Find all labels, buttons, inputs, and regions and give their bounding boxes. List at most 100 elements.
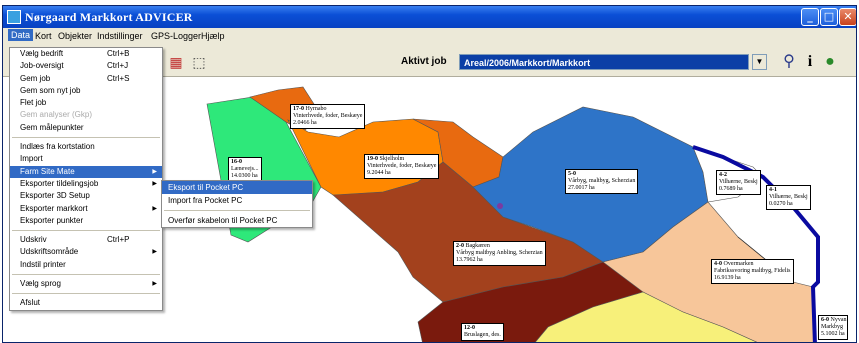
menu-item-flet-job[interactable]: Flet job [10, 97, 162, 109]
menu-item-label: Udskriv [20, 235, 47, 245]
fullscreen-icon[interactable]: ⬚ [189, 52, 209, 72]
field-label-17[interactable]: 17-0 Hyrnabo Vinterhvede, foder, Beskæye… [290, 104, 366, 129]
menu-item-gem-maalepunkter[interactable]: Gem målepunkter [10, 122, 162, 134]
menu-item-label: Eksporter markkort [20, 203, 88, 213]
field-id: 19-0 [367, 156, 378, 162]
menu-item-shortcut: Ctrl+P [107, 235, 130, 245]
menu-gps-logger[interactable]: GPS-Logger [151, 31, 201, 41]
field-area: 16.9139 ha [714, 275, 741, 281]
menu-item-eksporter-markkort[interactable]: Eksporter markkort ▶ [10, 203, 162, 215]
submenu-arrow-icon: ▶ [152, 168, 157, 175]
submenu-item-eksport-pocket-pc[interactable]: Eksport til Pocket PC [162, 181, 312, 194]
field-area: 2.0466 ha [293, 120, 317, 126]
field-crop: Vilhærne, Beskj [769, 194, 808, 200]
menu-item-label: Import [20, 154, 43, 164]
field-label-4-1[interactable]: 4-1 Vilhærne, Beskj 0.0270 ha [766, 185, 811, 210]
menu-item-eksporter-3d-setup[interactable]: Eksporter 3D Setup [10, 190, 162, 202]
search-icon[interactable]: ⚲ [779, 52, 799, 72]
field-area: 13.7962 ha [456, 257, 483, 263]
menu-item-vaelg-bedrift[interactable]: Vælg bedrift Ctrl+B [10, 48, 162, 60]
menu-item-label: Farm Site Mate [20, 166, 75, 176]
farm-site-mate-submenu: Eksport til Pocket PC Import fra Pocket … [161, 180, 313, 228]
submenu-arrow-icon: ▶ [152, 281, 157, 288]
menu-item-label: Gem som nyt job [20, 85, 81, 95]
menu-separator [164, 210, 310, 211]
info-icon[interactable]: i [800, 52, 820, 72]
close-button[interactable]: ✕ [839, 8, 856, 26]
field-id: 2-0 [456, 243, 464, 249]
field-label-2[interactable]: 2-0 Bagkæren Vårbyg maltbyg Anbling, Sch… [453, 241, 546, 266]
field-id: 17-0 [293, 106, 304, 112]
menu-item-farm-site-mate[interactable]: Farm Site Mate ▶ [10, 165, 162, 178]
menu-item-eksporter-tildelingsjob[interactable]: Eksporter tildelingsjob ▶ [10, 178, 162, 190]
menu-data[interactable]: Data [8, 29, 34, 41]
menu-item-gem-analyser: Gem analyser (Gkp) [10, 109, 162, 121]
submenu-arrow-icon: ▶ [152, 249, 157, 256]
menu-item-label: Job-oversigt [20, 61, 64, 71]
field-label-4-2[interactable]: 4-2 Vilhærne, Beskj 0.7689 ha [716, 170, 761, 195]
field-id: 5-0 [568, 171, 576, 177]
menu-item-label: Eksporter tildelingsjob [20, 178, 99, 188]
field-id: 12-0 [464, 325, 475, 331]
field-area: 0.7689 ha [719, 186, 743, 192]
menu-item-eksporter-punkter[interactable]: Eksporter punkter [10, 215, 162, 227]
menu-item-label: Vælg bedrift [20, 49, 64, 58]
field-label-19[interactable]: 19-0 Skjelholm Vinterhvede, foder, Beskæ… [364, 154, 440, 179]
menu-item-vaelg-sprog[interactable]: Vælg sprog ▶ [10, 278, 162, 290]
field-id: 4-2 [719, 172, 727, 178]
menu-item-label: Vælg sprog [20, 279, 61, 289]
menu-item-label: Indstil printer [20, 259, 66, 269]
field-name: Lænevejs... [231, 166, 259, 172]
menu-item-indstil-printer[interactable]: Indstil printer [10, 259, 162, 271]
field-id: 4-1 [769, 187, 777, 193]
menu-objekter[interactable]: Objekter [58, 31, 92, 41]
field-name: Skjelholm [379, 156, 405, 162]
field-name: Bagkæren [465, 243, 490, 249]
globe-icon[interactable]: ● [820, 52, 840, 72]
field-area: 5.1002 ha [821, 331, 845, 337]
menu-item-label: Gem analyser (Gkp) [20, 110, 93, 120]
field-label-16[interactable]: 16-0 Lænevejs... 14.0300 ha [228, 157, 262, 182]
menu-item-shortcut: Ctrl+J [107, 61, 129, 71]
data-menu-dropdown: Vælg bedrift Ctrl+B Job-oversigt Ctrl+J Ge… [9, 47, 163, 311]
title-bar[interactable]: Nørgaard Markkort ADVICER _ □ ✕ [3, 6, 856, 28]
submenu-item-overfoer-skabelon[interactable]: Overfør skabelon til Pocket PC [162, 214, 312, 227]
menu-item-gem-job[interactable]: Gem job Ctrl+S [10, 73, 162, 85]
field-label-6[interactable]: 6-0 Nyvan Markbyg 5.1002 ha [818, 315, 848, 340]
field-area: 9.2044 ha [367, 170, 391, 176]
menu-item-job-oversigt[interactable]: Job-oversigt Ctrl+J [10, 60, 162, 72]
menu-hjaelp[interactable]: Hjælp [201, 31, 225, 41]
field-name: Hyrnabo [305, 106, 327, 112]
menu-item-import[interactable]: Import [10, 153, 162, 165]
field-id: 6-0 [821, 317, 829, 323]
field-label-5[interactable]: 5-0 Vårbyg, maltbyg, Scherzian 27.0017 h… [565, 169, 639, 194]
minimize-button[interactable]: _ [801, 8, 819, 26]
gps-marker[interactable] [497, 203, 503, 209]
menu-item-label: Indlæs fra kortstation [20, 142, 95, 152]
submenu-item-import-pocket-pc[interactable]: Import fra Pocket PC [162, 194, 312, 207]
menu-separator [12, 137, 160, 139]
field-crop: Vinterhvede, foder, Beskæye [367, 163, 437, 169]
submenu-arrow-icon: ▶ [152, 205, 157, 212]
menu-indstillinger[interactable]: Indstillinger [97, 31, 143, 41]
menu-kort[interactable]: Kort [35, 31, 52, 41]
field-crop: Vårbyg maltbyg Anbling, Scherzian [456, 250, 543, 256]
map-tool-icon[interactable]: ▦ [166, 52, 186, 72]
field-label-4[interactable]: 4-0 Overmarken Fabrikssvoring maltbyg, F… [711, 259, 794, 284]
combo-arrow-button[interactable]: ▼ [752, 54, 767, 70]
menu-item-gem-som-nyt-job[interactable]: Gem som nyt job [10, 85, 162, 97]
menu-bar: Data Kort Objekter Indstillinger GPS-Log… [3, 28, 856, 46]
menu-item-label: Eksporter punkter [20, 215, 84, 225]
maximize-button[interactable]: □ [820, 8, 838, 26]
menu-item-indlaes-fra-kortstation[interactable]: Indlæs fra kortstation [10, 141, 162, 153]
menu-item-udskriv[interactable]: Udskriv Ctrl+P [10, 234, 162, 246]
menu-item-udskriftsomraade[interactable]: Udskriftsområde ▶ [10, 246, 162, 258]
field-id: 16-0 [231, 159, 242, 165]
field-area: 27.0017 ha [568, 185, 595, 191]
menu-item-label: Afslut [20, 298, 41, 308]
field-name: Bruslagen, des. [464, 332, 501, 338]
menu-item-afslut[interactable]: Afslut [10, 297, 162, 309]
field-label-12[interactable]: 12-0 Bruslagen, des. [461, 323, 504, 341]
active-job-select[interactable]: Areal/2006/Markkort/Markkort [459, 54, 749, 70]
field-crop: Vinterhvede, foder, Beskæye [293, 113, 363, 119]
